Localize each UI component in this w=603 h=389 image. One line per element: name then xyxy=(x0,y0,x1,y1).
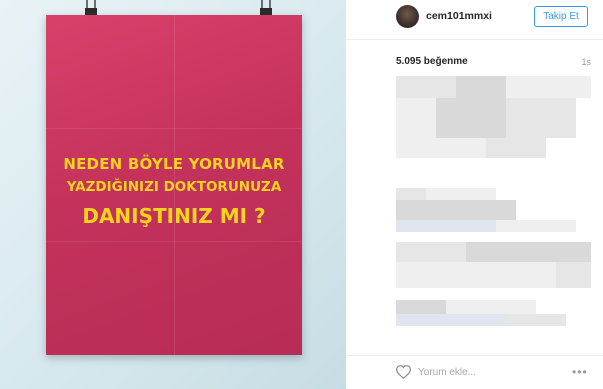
pixel-block xyxy=(456,76,506,98)
comment-input[interactable] xyxy=(418,364,558,380)
pixel-block xyxy=(466,242,591,262)
pixel-block xyxy=(426,188,496,200)
pixel-block xyxy=(506,76,591,98)
username-link[interactable]: cem101mmxi xyxy=(426,10,492,22)
pixel-block xyxy=(506,98,576,138)
pixel-block xyxy=(396,262,556,288)
pixel-block xyxy=(496,220,576,232)
pixel-block xyxy=(556,262,591,288)
poster-line-2: YAZDIĞINIZI DOKTORUNUZA xyxy=(66,179,282,195)
pixel-block xyxy=(396,188,426,200)
pixel-block xyxy=(396,242,466,262)
pixel-block xyxy=(396,138,486,158)
poster-line-3: DANIŞTINIZ MI ? xyxy=(82,204,266,228)
likes-count[interactable]: 5.095 beğenme xyxy=(396,56,468,67)
pixel-block xyxy=(486,138,546,158)
pixel-block xyxy=(396,98,436,138)
post-footer: ••• xyxy=(346,355,603,389)
pixel-block xyxy=(396,76,456,98)
pixel-block xyxy=(436,98,506,138)
post-time: 1s xyxy=(581,57,591,67)
pixel-block xyxy=(396,300,446,314)
poster-fold xyxy=(46,128,302,129)
pixelated-comments xyxy=(396,76,591,346)
post-header: cem101mmxi Takip Et xyxy=(346,0,603,40)
follow-button[interactable]: Takip Et xyxy=(534,6,588,27)
pixel-block xyxy=(396,220,496,232)
avatar[interactable] xyxy=(396,5,419,28)
post-sidebar: cem101mmxi Takip Et 5.095 beğenme 1s ••• xyxy=(346,0,603,389)
poster-fold xyxy=(46,241,302,242)
pixel-block xyxy=(396,200,516,220)
pixel-block xyxy=(396,314,506,326)
heart-icon[interactable] xyxy=(396,365,411,379)
poster-line-1: NEDEN BÖYLE YORUMLAR xyxy=(63,155,285,173)
post-image[interactable]: NEDEN BÖYLE YORUMLAR YAZDIĞINIZI DOKTORU… xyxy=(0,0,346,389)
pixel-block xyxy=(446,300,536,314)
pixel-block xyxy=(506,314,566,326)
more-options-icon[interactable]: ••• xyxy=(572,365,588,379)
poster: NEDEN BÖYLE YORUMLAR YAZDIĞINIZI DOKTORU… xyxy=(46,15,302,355)
